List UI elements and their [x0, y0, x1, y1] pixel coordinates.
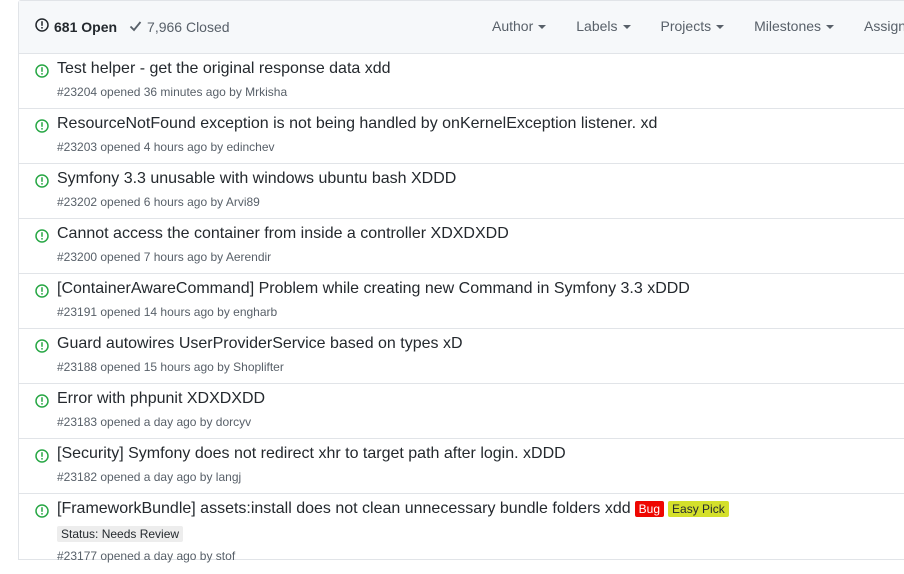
caret-down-icon [716, 25, 725, 29]
issue-title-link[interactable]: Guard autowires UserProviderService base… [57, 335, 463, 353]
issue-row: [Security] Symfony does not redirect xhr… [19, 439, 904, 494]
issue-title-link[interactable]: Cannot access the container from inside … [57, 225, 509, 243]
issue-opened-icon [35, 339, 49, 358]
check-icon [129, 19, 147, 35]
issues-list-box: 681 Open 7,966 Closed Author Labels Proj… [18, 0, 904, 563]
projects-filter-dropdown[interactable]: Projects [661, 18, 725, 34]
issue-opened-icon [35, 394, 49, 413]
issue-opened-icon [35, 119, 49, 138]
issue-title-link[interactable]: Symfony 3.3 unusable with windows ubuntu… [57, 170, 456, 188]
label-status[interactable]: Status: Needs Review [57, 526, 184, 542]
closed-issues-link[interactable]: 7,966 Closed [129, 19, 230, 35]
assignee-filter-label: Assignee [864, 18, 904, 34]
labels-filter-label: Labels [576, 18, 618, 34]
issue-row: ResourceNotFound exception is not being … [19, 109, 904, 164]
issue-opened-icon [35, 64, 49, 83]
issue-list: Test helper - get the original response … [19, 54, 904, 574]
issue-meta: #23204 opened 36 minutes ago by Mrkisha [57, 85, 288, 99]
issue-meta: #23182 opened a day ago by langj [57, 470, 242, 484]
issue-opened-icon [35, 18, 54, 35]
milestones-filter-label: Milestones [754, 18, 822, 34]
issue-opened-icon [35, 504, 49, 523]
issue-title-link[interactable]: ResourceNotFound exception is not being … [57, 115, 657, 133]
issues-list-header: 681 Open 7,966 Closed Author Labels Proj… [19, 1, 904, 54]
labels-filter-dropdown[interactable]: Labels [576, 18, 631, 34]
issue-title-link[interactable]: Test helper - get the original response … [57, 60, 391, 78]
label-line: Status: Needs Review [57, 525, 184, 543]
label-bug[interactable]: Bug [634, 501, 665, 517]
issue-opened-icon [35, 284, 49, 303]
closed-count-label: 7,966 Closed [147, 18, 230, 35]
open-count-label: 681 Open [54, 18, 118, 35]
assignee-filter-dropdown[interactable]: Assignee [864, 18, 904, 34]
issue-meta: #23188 opened 15 hours ago by Shoplifter [57, 360, 284, 374]
issue-row: Guard autowires UserProviderService base… [19, 329, 904, 384]
issue-meta: #23191 opened 14 hours ago by engharb [57, 305, 278, 319]
author-filter-dropdown[interactable]: Author [492, 18, 547, 34]
issue-title-line: [FrameworkBundle] assets:install does no… [57, 500, 729, 518]
issue-opened-icon [35, 449, 49, 468]
issue-meta: #23203 opened 4 hours ago by edinchev [57, 140, 275, 154]
issue-meta: #23183 opened a day ago by dorcyv [57, 415, 252, 429]
caret-down-icon [538, 25, 547, 29]
issue-meta: #23177 opened a day ago by stof [57, 549, 236, 563]
issue-meta: #23202 opened 6 hours ago by Arvi89 [57, 195, 260, 209]
issue-row: Cannot access the container from inside … [19, 219, 904, 274]
filter-bar: Author Labels Projects Milestones Assign… [492, 18, 904, 34]
issue-row: [ContainerAwareCommand] Problem while cr… [19, 274, 904, 329]
issue-opened-icon [35, 229, 49, 248]
issue-title-link[interactable]: Error with phpunit XDXDXDD [57, 390, 265, 408]
issue-row: [FrameworkBundle] assets:install does no… [19, 494, 904, 574]
issue-title-link[interactable]: [Security] Symfony does not redirect xhr… [57, 445, 566, 463]
open-issues-link[interactable]: 681 Open [35, 18, 117, 35]
issue-title-link[interactable]: [ContainerAwareCommand] Problem while cr… [57, 280, 690, 298]
issue-state-toggle: 681 Open 7,966 Closed [35, 18, 242, 35]
projects-filter-label: Projects [660, 18, 712, 34]
caret-down-icon [622, 25, 631, 29]
milestones-filter-dropdown[interactable]: Milestones [754, 18, 835, 34]
author-filter-label: Author [492, 18, 534, 34]
issue-row: Test helper - get the original response … [19, 54, 904, 109]
label-easy-pick[interactable]: Easy Pick [668, 501, 729, 517]
issue-title-link[interactable]: [FrameworkBundle] assets:install does no… [57, 500, 631, 518]
issue-opened-icon [35, 174, 49, 193]
issue-row: Error with phpunit XDXDXDD #23183 opened… [19, 384, 904, 439]
issue-meta: #23200 opened 7 hours ago by Aerendir [57, 250, 272, 264]
issue-row: Symfony 3.3 unusable with windows ubuntu… [19, 164, 904, 219]
caret-down-icon [826, 25, 835, 29]
